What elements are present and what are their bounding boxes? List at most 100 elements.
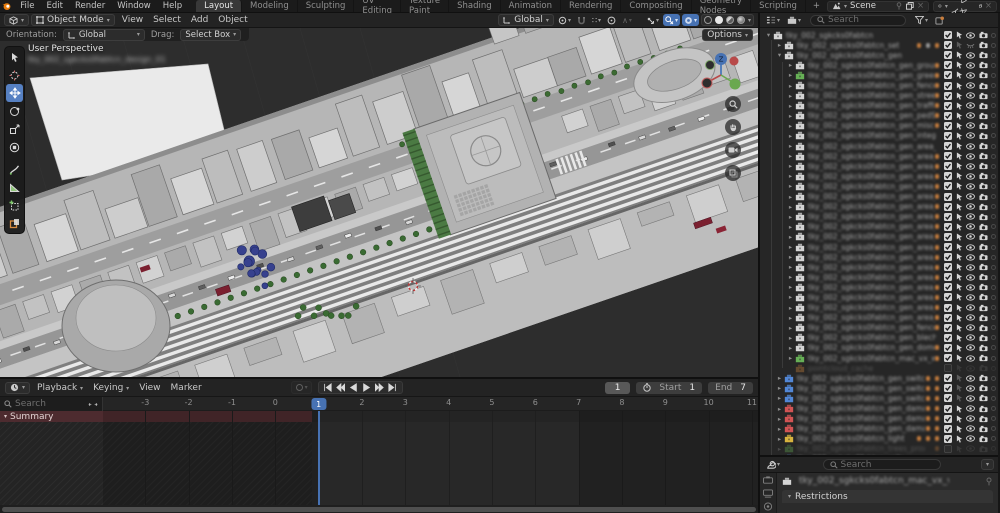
proportional-falloff-selector[interactable]: ∧▾	[620, 14, 634, 26]
play-button[interactable]	[361, 382, 373, 393]
add-workspace-button[interactable]: +	[806, 0, 827, 12]
outliner-row[interactable]: ▸tky_002_sgkcks0fabtcn_gen_area_7	[760, 222, 998, 232]
outliner-row[interactable]: ▸tky_002_sgkcks0fabtcn_gen_area_9	[760, 252, 998, 262]
outliner-search[interactable]: Search	[810, 15, 906, 26]
outliner-row[interactable]: ▸tky_002_sgkcks0fabtcn_gen_switch_01	[760, 373, 998, 383]
tool-cursor[interactable]	[6, 66, 23, 84]
outliner-row[interactable]: ▾tky_002_sgkcks0fabtcn	[760, 30, 998, 40]
zoom-button[interactable]	[725, 96, 741, 112]
pan-hand-button[interactable]	[725, 119, 741, 135]
menu-help[interactable]: Help	[157, 0, 188, 12]
outliner-row[interactable]: ▸tky_002_sgkcks0fabtcn_gen_area_0	[760, 151, 998, 161]
tab-compositing[interactable]: Compositing	[621, 0, 691, 12]
filter-toggle-icon[interactable]	[88, 401, 98, 408]
transform-orientation-selector[interactable]: Global ▾	[498, 14, 554, 26]
tab-modeling[interactable]: Modeling	[242, 0, 298, 12]
scene-selector[interactable]: ▾ Scene ×	[827, 1, 929, 12]
outliner-row[interactable]: ▸tky_002_sgkcks0fabtcn_gen_area_30	[760, 232, 998, 242]
timeline-keyframe-area[interactable]: ▾ Summary	[0, 411, 758, 505]
tool-select-box[interactable]	[6, 48, 23, 66]
snap-target-selector[interactable]: ∷▾	[590, 14, 603, 26]
outliner-row[interactable]: ▸tky_002_sgkcks0fabtcn_gen_damage_01	[760, 403, 998, 413]
outliner-row[interactable]: ▾tky_002_sgkcks0fabtcn_gen	[760, 50, 998, 60]
outliner-row[interactable]: ▸tky_002_sgkcks0fabtcn_rails	[760, 454, 998, 455]
playhead-line[interactable]	[318, 411, 320, 505]
snap-toggle[interactable]	[575, 14, 588, 26]
pin-icon[interactable]	[985, 477, 993, 486]
shading-solid-button[interactable]	[715, 16, 723, 24]
outliner-row[interactable]: ▸tky_002_sgkcks0fabtcn_gen_blechhaps_T	[760, 333, 998, 343]
viewport-menu-add[interactable]: Add	[186, 15, 213, 25]
outliner-row[interactable]: pointcloud_cache	[760, 363, 998, 373]
view-layer-selector[interactable]: ▾ ビューレイヤー ×	[933, 1, 997, 12]
timeline-menu-playback[interactable]: Playback ▾	[32, 383, 88, 393]
timeline-scrollbar[interactable]	[0, 505, 758, 513]
editor-type-selector[interactable]: ▾	[4, 14, 29, 26]
camera-view-button[interactable]	[725, 142, 741, 158]
tool-add-primitive[interactable]	[6, 214, 23, 232]
outliner-row[interactable]: ▸tky_002_sgkcks0fabtcn_light	[760, 434, 998, 444]
tool-add-cube[interactable]	[6, 196, 23, 214]
shading-dropdown[interactable]: ▾	[748, 17, 751, 24]
outliner-row[interactable]: ▸tky_002_sgkcks0fabtcn_gen_area_6	[760, 212, 998, 222]
outliner-row[interactable]: ▸tky_002_sgkcks0fabtcn_gen_area_5	[760, 202, 998, 212]
viewport-menu-object[interactable]: Object	[213, 15, 252, 25]
outliner-row[interactable]: ▸tky_002_sgkcks0fabtcn_gen_fence	[760, 80, 998, 90]
outliner-row[interactable]: ▸tky_002_sgkcks0fabtcn_gen_area_14	[760, 303, 998, 313]
outliner-row[interactable]: ▸tky_002_sgkcks0fabtcn_gen_misc	[760, 121, 998, 131]
outliner-row[interactable]: ▸tky_002_sgkcks0fabtcn_gen_streetProp	[760, 91, 998, 101]
tool-rotate[interactable]	[6, 102, 23, 120]
mode-selector[interactable]: Object Mode ▾	[31, 14, 115, 26]
properties-editor-type[interactable]: ▾	[764, 459, 782, 471]
outliner-row[interactable]: ▸tky_002_sgkcks0fabtcn_gen_damage_03	[760, 424, 998, 434]
timeline-ruler[interactable]: Search -3-2-102345678910111	[0, 397, 758, 411]
navigation-axis-gizmo[interactable]: Z	[698, 50, 744, 96]
outliner-row[interactable]: ▸tky_002_sgkcks0fabtcn_gen_area_8	[760, 242, 998, 252]
prev-keyframe-button[interactable]	[335, 382, 347, 393]
playhead-badge[interactable]: 1	[311, 398, 326, 410]
menu-window[interactable]: Window	[111, 0, 157, 12]
outliner-row[interactable]: ▸tky_002_sgkcks0fabtcn_gen_area_A-0.b0b2	[760, 141, 998, 151]
tool-move[interactable]	[6, 84, 23, 102]
menu-render[interactable]: Render	[69, 0, 111, 12]
outliner-row[interactable]: ▸tky_002_sgkcks0fabtcn_trees_proxy	[760, 444, 998, 454]
scrollbar-thumb[interactable]	[2, 507, 756, 512]
pin-icon[interactable]	[895, 2, 903, 10]
outliner-row[interactable]: ▸tky_002_sgkcks0fabtcn_mac_vx_wind	[760, 353, 998, 363]
tab-output-icon[interactable]	[763, 502, 773, 511]
outliner-row[interactable]: ▸tky_002_sgkcks0fabtcn_gen_switch_02	[760, 383, 998, 393]
timeline-menu-view[interactable]: View	[134, 383, 165, 393]
jump-to-start-button[interactable]	[322, 382, 334, 393]
outliner-row[interactable]: ▸tky_002_sgkcks0fabtcn_gen_switch_03	[760, 393, 998, 403]
outliner-row[interactable]: ▸tky_002_sgkcks0fabtcn_gen_area_4	[760, 192, 998, 202]
menu-edit[interactable]: Edit	[41, 0, 69, 12]
tool-transform[interactable]	[6, 138, 23, 156]
tab-rendering[interactable]: Rendering	[561, 0, 621, 12]
jump-to-end-button[interactable]	[387, 382, 399, 393]
restrictions-panel-header[interactable]: ▾ Restrictions	[782, 490, 993, 503]
tool-annotate[interactable]	[6, 160, 23, 178]
outliner-sync-icon[interactable]	[933, 14, 946, 26]
outliner-filter-collection[interactable]: ▾	[785, 14, 803, 26]
tab-scripting[interactable]: Scripting	[751, 0, 806, 12]
xray-toggle[interactable]: ▾	[682, 14, 699, 26]
perspective-ortho-button[interactable]	[725, 165, 741, 181]
tab-uv-editing[interactable]: UV Editing	[354, 0, 401, 12]
menu-file[interactable]: File	[14, 0, 40, 12]
outliner-row[interactable]: ▸tky_002_sgkcks0fabtcn_gen_green_jaxbi	[760, 70, 998, 80]
tool-scale[interactable]	[6, 120, 23, 138]
tab-sculpting[interactable]: Sculpting	[298, 0, 355, 12]
outliner-filter-button[interactable]: ▾	[913, 14, 930, 26]
viewport-menu-view[interactable]: View	[117, 15, 148, 25]
outliner-row[interactable]: ▸tky_002_sgkcks0fabtcn_gen_area_10	[760, 262, 998, 272]
shading-material-button[interactable]	[726, 16, 734, 24]
viewport-3d[interactable]: Orientation: Global ▾ Drag: Select Box▾ …	[0, 28, 758, 377]
tool-measure[interactable]	[6, 178, 23, 196]
tool-orientation-dropdown[interactable]: Global ▾	[63, 29, 145, 41]
outliner-row[interactable]: ▸tky_002_sgkcks0fabtcn_gen_integralFrame	[760, 131, 998, 141]
next-keyframe-button[interactable]	[374, 382, 386, 393]
tab-texture-paint[interactable]: Texture Paint	[401, 0, 449, 12]
outliner-row[interactable]: ▸tky_002_sgkcks0fabtcn_gen_damage_02	[760, 414, 998, 424]
properties-options-dropdown[interactable]: ▾	[981, 459, 994, 470]
outliner-row[interactable]: ▸tky_002_sgkcks0fabtcn_gen_trafficLight	[760, 101, 998, 111]
